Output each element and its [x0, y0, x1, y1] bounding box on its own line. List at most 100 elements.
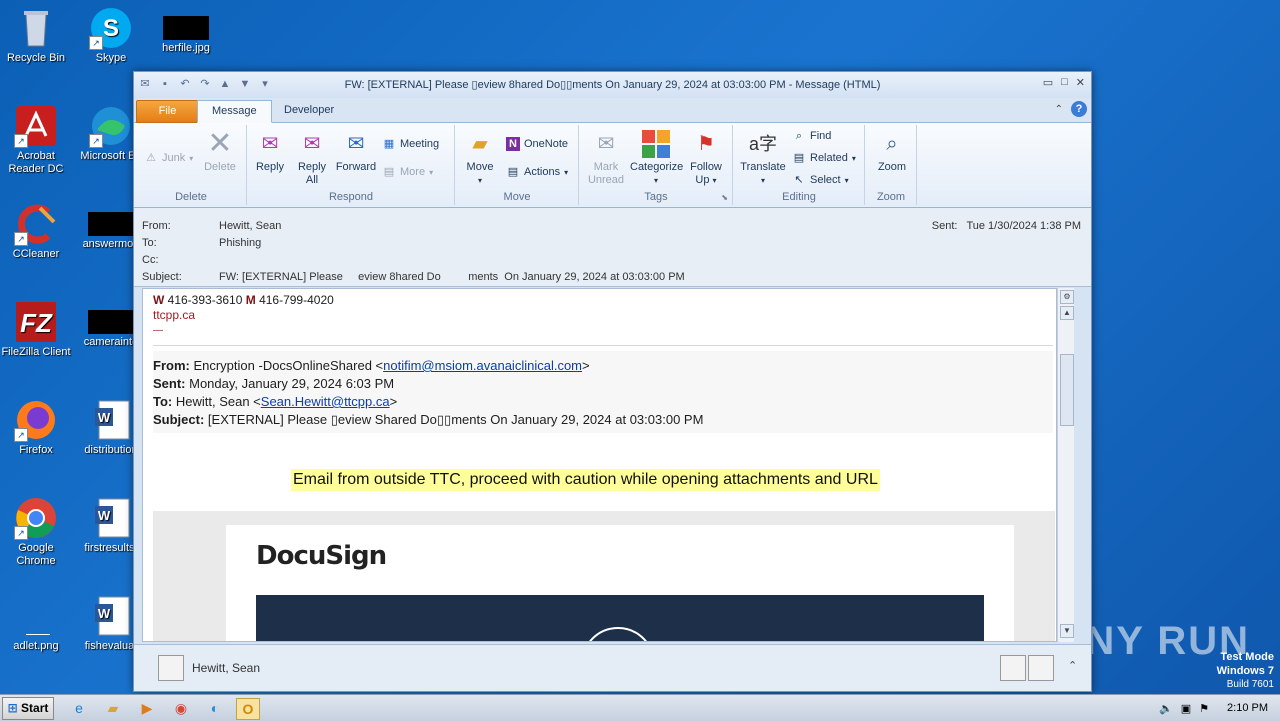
reply-all-icon: ✉ [303, 133, 321, 155]
translate-button[interactable]: a字 Translate ▾ [736, 129, 790, 187]
select-button[interactable]: ↖ Select ▾ [792, 171, 849, 189]
desktop-icon-skype[interactable]: S ↗ Skype [75, 6, 147, 65]
reply-button[interactable]: ✉ Reply [248, 129, 292, 174]
fwd-from-email-link[interactable]: notifim@msiom.avanaiclinical.com [383, 358, 582, 373]
chevron-down-icon: ▾ [429, 167, 434, 177]
group-label: Editing [782, 191, 816, 203]
categorize-button[interactable]: Categorize ▾ [630, 129, 683, 187]
taskbar-chrome-icon[interactable]: ◉ [170, 698, 192, 718]
body-scrollbar[interactable]: ⚙ ▲ ▼ [1057, 288, 1074, 642]
avatar-icon[interactable] [1028, 655, 1054, 681]
delete-button[interactable]: ✕ Delete [198, 129, 242, 174]
docusign-block: DocuSign [153, 511, 1055, 641]
fwd-sent-value: Monday, January 29, 2024 6:03 PM [185, 376, 395, 391]
folder-move-icon: ▰ [472, 133, 488, 155]
start-button[interactable]: ⊞ Start [2, 697, 54, 720]
help-icon[interactable]: ? [1071, 101, 1087, 117]
signature: W 416-393-3610 M 416-799-4020 ttcpp.ca — [153, 293, 334, 338]
related-button[interactable]: ▤ Related ▾ [792, 149, 856, 167]
meeting-button[interactable]: ▦ Meeting [382, 135, 439, 153]
scroll-thumb[interactable] [1060, 354, 1074, 426]
desktop-icon-label: Skype [95, 52, 127, 64]
fwd-from-text: Encryption -DocsOnlineShared < [189, 358, 384, 373]
taskbar-ie-icon[interactable]: e [68, 698, 90, 718]
window-title: FW: [EXTERNAL] Please ▯eview 8hared Do▯▯… [344, 79, 881, 91]
scroll-up-icon[interactable]: ▲ [1060, 306, 1074, 320]
move-button[interactable]: ▰ Move ▾ [458, 129, 502, 187]
scroll-down-icon[interactable]: ▼ [1060, 624, 1074, 638]
follow-up-label: Follow [690, 161, 722, 173]
chevron-down-icon: ▾ [564, 167, 569, 177]
collapse-ribbon-icon[interactable]: ⌃ [1055, 104, 1063, 115]
word-doc-icon: W [89, 398, 133, 442]
more-button[interactable]: ▤ More ▾ [382, 163, 433, 181]
junk-button[interactable]: ⚠ Junk ▾ [144, 149, 193, 167]
mark-unread-button[interactable]: ✉ Mark Unread [584, 129, 628, 187]
tab-file[interactable]: File [136, 100, 199, 123]
desktop-icon-acrobat[interactable]: ↗ Acrobat Reader DC [0, 104, 72, 176]
fwd-to-text: Hewitt, Sean < [172, 394, 261, 409]
actions-button[interactable]: ▤ Actions ▾ [506, 163, 568, 181]
follow-up-button[interactable]: ⚑ Follow Up ▾ [684, 129, 728, 187]
fwd-to-close: > [389, 394, 398, 409]
to-value[interactable]: Phishing [219, 237, 261, 249]
tab-developer[interactable]: Developer [270, 100, 348, 121]
skype-icon: S ↗ [89, 6, 133, 50]
forwarded-header: From: Encryption -DocsOnlineShared <noti… [153, 351, 1053, 433]
taskbar-media-player-icon[interactable]: ▶ [136, 698, 158, 718]
window-controls: ▭ □ ✕ [1043, 76, 1085, 89]
fwd-to-email-link[interactable]: Sean.Hewitt@ttcpp.ca [261, 394, 390, 409]
group-move: ▰ Move ▾ N OneNote ▤ Actions ▾ Move [456, 125, 579, 205]
desktop-icon-firefox[interactable]: ↗ Firefox [0, 398, 72, 457]
desktop-icon-adlet[interactable]: adlet.png [0, 594, 72, 653]
related-icon: ▤ [793, 152, 805, 164]
volume-icon[interactable]: 🔈 [1159, 702, 1173, 715]
reply-all-label: All [305, 174, 319, 186]
people-pane-name[interactable]: Hewitt, Sean [192, 661, 260, 675]
tab-message[interactable]: Message [197, 100, 272, 123]
sig-dash: — [153, 325, 163, 336]
flag-icon[interactable]: ⚑ [1199, 702, 1209, 715]
flag-icon: ⚑ [697, 133, 715, 155]
magnifier-icon: ⌕ [886, 133, 898, 155]
avatar-icon[interactable] [1000, 655, 1026, 681]
follow-up-label: Up ▾ [684, 174, 728, 187]
related-label: Related [810, 152, 848, 164]
network-icon[interactable]: ▣ [1181, 702, 1191, 715]
minimize-icon[interactable]: ▭ [1043, 76, 1053, 89]
forward-button[interactable]: ✉ Forward [334, 129, 378, 174]
scroll-options-icon[interactable]: ⚙ [1060, 290, 1074, 304]
desktop-icon-label: herfile.jpg [162, 42, 210, 54]
desktop-icon-filezilla[interactable]: FZ FileZilla Client [0, 300, 72, 359]
expand-people-pane-icon[interactable]: ⌃ [1068, 659, 1077, 672]
taskbar-edge-icon[interactable]: ◐ [204, 698, 226, 718]
desktop-icon-recycle-bin[interactable]: Recycle Bin [0, 6, 72, 65]
taskbar-outlook-icon[interactable]: O [236, 698, 260, 720]
desktop-icon-chrome[interactable]: ↗ Google Chrome [0, 496, 72, 568]
clock[interactable]: 2:10 PM [1227, 702, 1268, 714]
reply-all-button[interactable]: ✉ Reply All [290, 129, 334, 187]
group-respond: ✉ Reply ✉ Reply All ✉ Forward ▦ Meeting … [248, 125, 455, 205]
from-value[interactable]: Hewitt, Sean [219, 220, 281, 232]
zoom-button[interactable]: ⌕ Zoom [870, 129, 914, 174]
chevron-down-icon: ▾ [653, 176, 658, 185]
subject-label: Subject: [142, 271, 182, 283]
group-label: Tags [644, 191, 668, 203]
onenote-button[interactable]: N OneNote [506, 135, 568, 153]
message-body: W 416-393-3610 M 416-799-4020 ttcpp.ca —… [142, 288, 1057, 642]
desktop-icon-herfile[interactable]: herfile.jpg [150, 6, 222, 55]
svg-text:FZ: FZ [20, 308, 53, 338]
chevron-down-icon: ▾ [844, 175, 849, 185]
fwd-subject-value: [EXTERNAL] Please ▯eview Shared Do▯▯ment… [204, 412, 704, 427]
ribbon-help-area: ⌃ ? [1055, 101, 1087, 117]
desktop-icon-ccleaner[interactable]: ↗ CCleaner [0, 202, 72, 261]
maximize-icon[interactable]: □ [1061, 76, 1068, 89]
test-mode-notice: Test Mode Windows 7 Build 7601 [1217, 650, 1274, 692]
find-button[interactable]: ⌕ Find [792, 127, 832, 145]
sig-website[interactable]: ttcpp.ca [153, 308, 334, 323]
taskbar-explorer-icon[interactable]: ▰ [102, 698, 124, 718]
dialog-launcher-icon[interactable]: ⬊ [721, 193, 728, 202]
mark-unread-icon: ✉ [597, 133, 615, 155]
close-icon[interactable]: ✕ [1076, 76, 1085, 89]
chevron-down-icon: ▾ [712, 176, 717, 185]
